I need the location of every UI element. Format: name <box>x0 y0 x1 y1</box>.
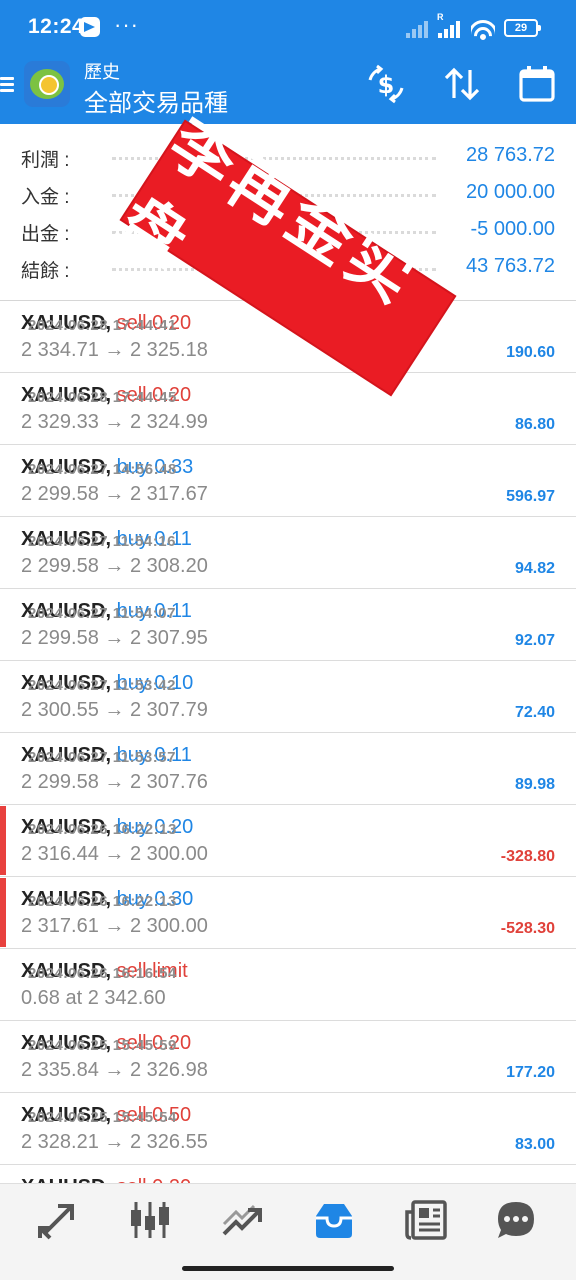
trade-prices: 2 299.58 → 2 307.76 <box>21 771 208 793</box>
trade-row[interactable]: XAUUSD, buy 0.11 2 299.58 → 2 307.76 2024.… <box>0 733 576 805</box>
trade-time: 2024.06.26 16:22:13 <box>28 893 177 910</box>
trade-time: 2024.06.27 11:53:42 <box>28 677 176 694</box>
trade-row[interactable]: XAUUSD, buy 0.33 2 299.58 → 2 317.67 2024.… <box>0 445 576 517</box>
trade-time: 2024.06.27 11:53:57 <box>28 749 176 766</box>
trade-prices: 2 299.58 → 2 308.20 <box>21 555 208 577</box>
more-notifications-icon: ··· <box>114 12 139 37</box>
trade-type: sell 0.20 <box>117 1176 192 1183</box>
trade-row[interactable]: XAUUSD, sell 0.20 2 329.33 → 2 324.99 2024… <box>0 373 576 445</box>
trade-prices: 2 299.58 → 2 317.67 <box>21 483 208 505</box>
menu-icon[interactable] <box>0 74 16 94</box>
trade-profit: 190.60 <box>506 344 555 361</box>
deposit-withdraw-icon[interactable]: $ <box>366 64 406 104</box>
trade-history-list[interactable]: XAUUSD, sell 0.20 2 334.71 → 2 325.18 2024… <box>0 301 576 1183</box>
deposit-label: 入金 : <box>21 187 70 208</box>
trade-icon[interactable] <box>220 1198 264 1242</box>
trade-row[interactable]: XAUUSD, sell 0.50 2 328.21 → 2 326.55 2024… <box>0 1093 576 1165</box>
app-logo <box>24 61 70 107</box>
calendar-icon[interactable] <box>517 64 557 104</box>
trade-prices: 2 299.58 → 2 307.95 <box>21 627 208 649</box>
quotes-icon[interactable] <box>36 1198 80 1242</box>
trade-row[interactable]: XAUUSD, buy 0.11 2 299.58 → 2 307.95 2024.… <box>0 589 576 661</box>
trade-prices: 2 329.33 → 2 324.99 <box>21 411 208 433</box>
trade-prices: 2 334.71 → 2 325.18 <box>21 339 208 361</box>
profit-label: 利潤 : <box>21 150 70 171</box>
app-header-area: 12:24 ··· R 29 歷史 全部交易品種 $ <box>0 0 576 124</box>
status-bar: 12:24 ··· R 29 <box>0 0 576 54</box>
trade-time: 2024.06.28 17:44:45 <box>28 389 177 406</box>
page-subtitle: 歷史 <box>84 62 120 82</box>
profit-value: 28 763.72 <box>466 144 555 166</box>
trade-row[interactable]: XAUUSD, buy 0.11 2 299.58 → 2 308.20 2024.… <box>0 517 576 589</box>
trade-row[interactable]: XAUUSD, buy 0.10 2 300.55 → 2 307.79 2024.… <box>0 661 576 733</box>
trade-profit: 72.40 <box>514 704 555 721</box>
telegram-icon <box>80 17 100 37</box>
trade-prices: 0.68 at 2 342.60 <box>21 987 166 1009</box>
sort-icon[interactable] <box>442 64 482 104</box>
trade-prices: 2 335.84 → 2 326.98 <box>21 1059 208 1081</box>
history-icon[interactable] <box>312 1198 356 1242</box>
trade-time: 2024.06.25 15:45:59 <box>28 1037 177 1054</box>
svg-text:$: $ <box>378 71 395 99</box>
signal-x-icon <box>406 20 434 38</box>
toolbar: 歷史 全部交易品種 $ <box>0 54 576 124</box>
trade-profit: -528.30 <box>500 920 555 937</box>
trade-profit: 83.00 <box>514 1136 555 1153</box>
trade-time: 2024.06.26 16:22:13 <box>28 821 177 838</box>
withdrawal-label: 出金 : <box>21 224 70 245</box>
trade-prices: 2 300.55 → 2 307.79 <box>21 699 208 721</box>
trade-profit: -328.80 <box>500 848 555 865</box>
trade-row[interactable]: XAUUSD, sell 0.20 <box>0 1165 576 1183</box>
deposit-value: 20 000.00 <box>466 181 555 203</box>
trade-time: 2024.06.27 11:54:16 <box>28 533 176 550</box>
trade-row[interactable]: XAUUSD, buy 0.30 2 317.61 → 2 300.00 2024.… <box>0 877 576 949</box>
trade-row[interactable]: XAUUSD, sell limit 0.68 at 2 342.60 2024.0… <box>0 949 576 1021</box>
roaming-mark: R <box>437 12 444 22</box>
signal-icon: R <box>437 12 466 38</box>
trade-row[interactable]: XAUUSD, buy 0.20 2 316.44 → 2 300.00 2024.… <box>0 805 576 877</box>
trade-profit: 94.82 <box>514 560 555 577</box>
clock: 12:24 <box>28 15 85 38</box>
wifi-icon <box>471 18 495 42</box>
trade-profit: 86.80 <box>514 416 555 433</box>
trade-profit: 177.20 <box>506 1064 555 1081</box>
trade-symbol: XAUUSD, <box>21 1176 111 1183</box>
chat-icon[interactable] <box>494 1198 538 1242</box>
loss-marker <box>0 806 6 875</box>
loss-marker <box>0 878 6 947</box>
withdrawal-value: -5 000.00 <box>470 218 555 240</box>
trade-time: 2024.06.27 14:56:48 <box>28 461 177 478</box>
trade-profit: 596.97 <box>506 488 555 505</box>
trade-time: 2024.06.25 15:45:54 <box>28 1109 177 1126</box>
trade-profit: 89.98 <box>514 776 555 793</box>
trade-prices: 2 316.44 → 2 300.00 <box>21 843 208 865</box>
trade-time: 2024.06.26 16:16:54 <box>28 965 177 982</box>
chart-candles-icon[interactable] <box>128 1198 172 1242</box>
bottom-navigation <box>0 1183 576 1280</box>
trade-prices: 2 328.21 → 2 326.55 <box>21 1131 208 1153</box>
balance-label: 結餘 : <box>21 261 70 282</box>
home-indicator[interactable] <box>182 1266 394 1271</box>
trade-title: XAUUSD, sell 0.20 <box>21 1176 191 1183</box>
trade-time: 2024.06.27 11:54:07 <box>28 605 176 622</box>
balance-value: 43 763.72 <box>466 255 555 277</box>
trade-row[interactable]: XAUUSD, sell 0.20 2 335.84 → 2 326.98 2024… <box>0 1021 576 1093</box>
trade-profit: 92.07 <box>514 632 555 649</box>
battery-icon: 29 <box>504 19 541 37</box>
trade-prices: 2 317.61 → 2 300.00 <box>21 915 208 937</box>
news-icon[interactable] <box>404 1198 448 1242</box>
